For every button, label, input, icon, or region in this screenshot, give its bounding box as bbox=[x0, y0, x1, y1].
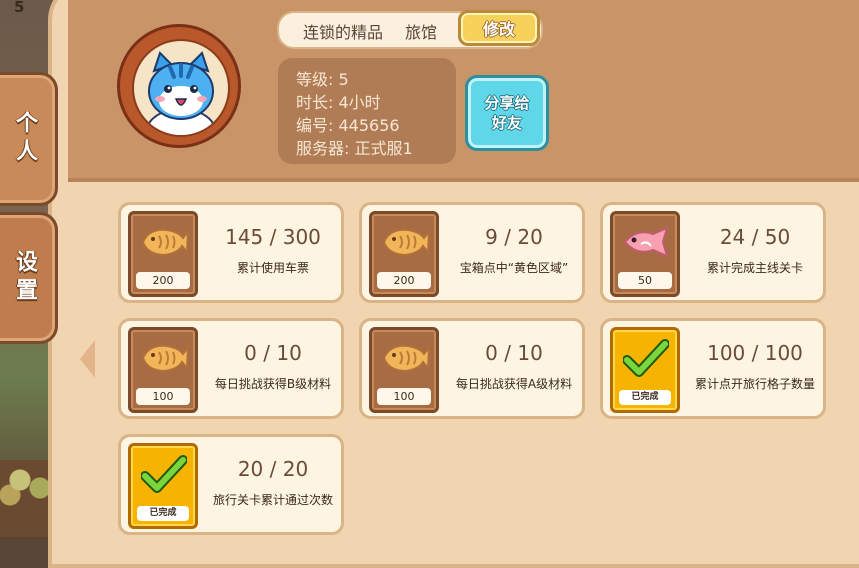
fruit-basket-decoration bbox=[0, 460, 52, 537]
edit-button-label: 修改 bbox=[482, 20, 515, 39]
task-description: 每日挑战获得B级材料 bbox=[214, 377, 332, 391]
previous-page-arrow-icon[interactable] bbox=[80, 340, 95, 378]
task-progress: 100 / 100 bbox=[707, 341, 803, 365]
tab-settings-label: 设置 bbox=[12, 250, 37, 306]
player-name: 连锁的精品 bbox=[303, 23, 384, 42]
task-card: 200 145 / 300 累计使用车票 bbox=[118, 202, 344, 303]
task-progress: 0 / 10 bbox=[244, 341, 302, 365]
task-progress: 9 / 20 bbox=[485, 225, 543, 249]
reward-count: 100 bbox=[377, 388, 431, 405]
info-id: 编号: 445656 bbox=[296, 116, 400, 135]
tab-personal-label: 个人 bbox=[12, 111, 37, 167]
reward-slot: 100 bbox=[369, 327, 439, 413]
checkmark-icon bbox=[623, 339, 669, 377]
taiyaki-icon bbox=[141, 228, 189, 257]
reward-slot: 已完成 bbox=[610, 327, 680, 413]
task-description: 旅行关卡累计通过次数 bbox=[212, 493, 333, 507]
info-server: 服务器: 正式服1 bbox=[296, 139, 413, 158]
taiyaki-icon bbox=[382, 344, 430, 373]
task-card: 已完成 20 / 20 旅行关卡累计通过次数 bbox=[118, 434, 344, 535]
completed-label: 已完成 bbox=[137, 506, 189, 521]
reward-slot: 200 bbox=[128, 211, 198, 297]
task-description: 宝箱点中“黄色区域” bbox=[459, 261, 569, 275]
reward-count: 200 bbox=[377, 272, 431, 289]
share-button[interactable]: 分享给好友 bbox=[465, 75, 549, 151]
edit-name-button[interactable]: 修改 bbox=[458, 10, 540, 46]
cat-avatar-icon bbox=[132, 39, 230, 137]
player-title: 旅馆 bbox=[405, 23, 438, 42]
task-card: 100 0 / 10 每日挑战获得B级材料 bbox=[118, 318, 344, 419]
reward-slot: 已完成 bbox=[128, 443, 198, 529]
task-progress: 0 / 10 bbox=[485, 341, 543, 365]
task-card: 50 24 / 50 累计完成主线关卡 bbox=[600, 202, 826, 303]
taiyaki-icon bbox=[382, 228, 430, 257]
info-duration: 时长: 4小时 bbox=[296, 93, 381, 112]
reward-count: 100 bbox=[136, 388, 190, 405]
completed-label: 已完成 bbox=[619, 390, 671, 405]
reward-count: 200 bbox=[136, 272, 190, 289]
avatar[interactable] bbox=[117, 24, 241, 148]
reward-slot: 200 bbox=[369, 211, 439, 297]
tab-settings[interactable]: 设置 bbox=[0, 212, 58, 344]
task-progress: 20 / 20 bbox=[237, 457, 309, 481]
tab-personal[interactable]: 个人 bbox=[0, 72, 58, 206]
info-level: 等级: 5 bbox=[296, 70, 349, 89]
task-card: 200 9 / 20 宝箱点中“黄色区域” bbox=[359, 202, 585, 303]
task-progress: 145 / 300 bbox=[225, 225, 321, 249]
fish-icon bbox=[623, 226, 669, 258]
reward-slot: 50 bbox=[610, 211, 680, 297]
task-description: 累计使用车票 bbox=[236, 261, 309, 275]
task-description: 累计完成主线关卡 bbox=[706, 261, 803, 275]
task-description: 累计点开旅行格子数量 bbox=[694, 377, 815, 391]
task-card: 已完成 100 / 100 累计点开旅行格子数量 bbox=[600, 318, 826, 419]
reward-count: 50 bbox=[618, 272, 672, 289]
share-button-label: 分享给好友 bbox=[484, 94, 530, 132]
level-badge: 5 bbox=[14, 0, 25, 16]
reward-slot: 100 bbox=[128, 327, 198, 413]
checkmark-icon bbox=[141, 455, 187, 493]
task-description: 每日挑战获得A级材料 bbox=[455, 377, 573, 391]
task-progress: 24 / 50 bbox=[719, 225, 791, 249]
taiyaki-icon bbox=[141, 344, 189, 373]
task-card: 100 0 / 10 每日挑战获得A级材料 bbox=[359, 318, 585, 419]
player-info-box: 等级: 5 时长: 4小时 编号: 445656 服务器: 正式服1 bbox=[278, 58, 456, 164]
